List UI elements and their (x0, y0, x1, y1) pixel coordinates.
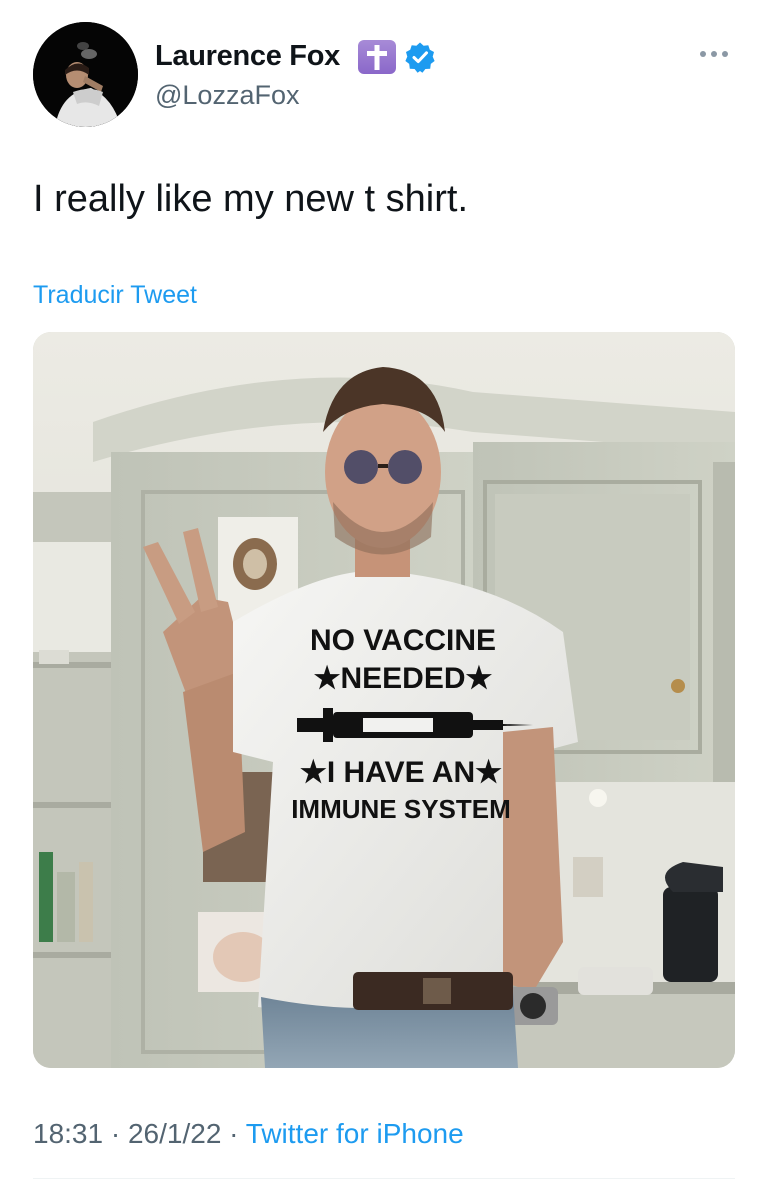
avatar[interactable] (33, 22, 138, 127)
divider (33, 1178, 735, 1179)
avatar-photo (33, 22, 138, 127)
user-handle[interactable]: @LozzaFox (155, 80, 299, 111)
display-name[interactable]: Laurence Fox (155, 40, 340, 73)
tweet-time[interactable]: 18:31 (33, 1118, 103, 1149)
tweet-metadata: 18:31 · 26/1/22 · Twitter for iPhone (33, 1118, 464, 1150)
shirt-print-line3: ★I HAVE AN★ (300, 756, 502, 789)
shirt-print-line2: ★NEEDED★ (314, 662, 493, 695)
latin-cross-icon (358, 40, 396, 74)
photo-image: NO VACCINE ★NEEDED★ ★I HAVE AN★ IMMUNE S… (33, 332, 735, 1068)
tweet-text: I really like my new t shirt. (33, 178, 468, 220)
tweet-source-link[interactable]: Twitter for iPhone (246, 1118, 464, 1149)
verified-badge-icon[interactable] (404, 41, 436, 73)
more-options-icon[interactable] (697, 46, 731, 62)
meta-separator: · (103, 1118, 128, 1149)
tweet-date[interactable]: 26/1/22 (128, 1118, 221, 1149)
tweet-media-photo[interactable]: NO VACCINE ★NEEDED★ ★I HAVE AN★ IMMUNE S… (33, 332, 735, 1068)
shirt-print-line4: IMMUNE SYSTEM (291, 794, 511, 824)
meta-separator: · (221, 1118, 246, 1149)
shirt-print-line1: NO VACCINE (310, 624, 496, 657)
translate-tweet-link[interactable]: Traducir Tweet (33, 281, 197, 310)
